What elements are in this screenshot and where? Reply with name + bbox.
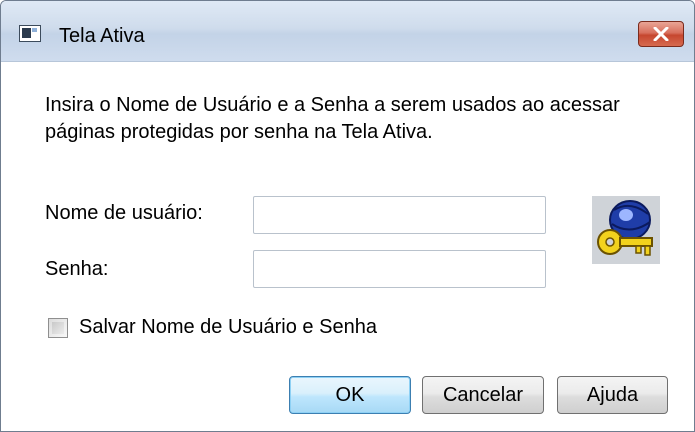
window-title: Tela Ativa (59, 25, 145, 47)
dialog-content: Insira o Nome de Usuário e a Senha a ser… (1, 62, 694, 431)
instructions-text: Insira o Nome de Usuário e a Senha a ser… (45, 94, 620, 143)
save-credentials-label[interactable]: Salvar Nome de Usuário e Senha (79, 316, 377, 339)
key-globe-icon (592, 196, 660, 264)
window-app-icon (19, 25, 41, 42)
dialog-window: Tela Ativa Insira o Nome de Usuário e a … (0, 0, 695, 432)
help-button[interactable]: Ajuda (557, 376, 668, 414)
password-label: Senha: (45, 258, 109, 280)
username-label: Nome de usuário: (45, 202, 203, 224)
save-credentials-checkbox[interactable] (48, 318, 68, 338)
username-field[interactable] (253, 196, 546, 234)
cancel-button[interactable]: Cancelar (422, 376, 544, 414)
title-bar[interactable]: Tela Ativa (1, 1, 694, 62)
close-button[interactable] (638, 21, 684, 47)
close-icon (653, 27, 669, 41)
password-field[interactable] (253, 250, 546, 288)
ok-button[interactable]: OK (289, 376, 411, 414)
